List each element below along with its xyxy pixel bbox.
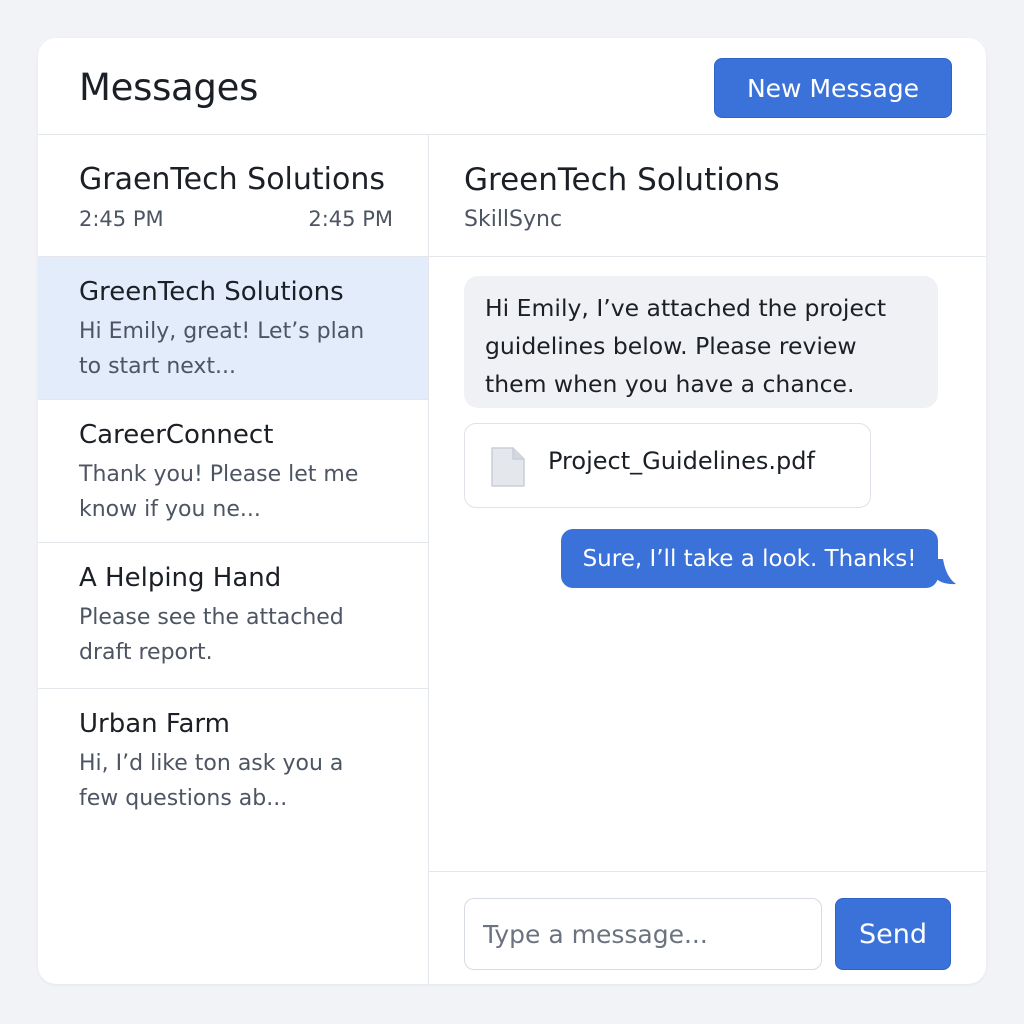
chat-panel: GreenTech Solutions SkillSync Hi Emily, … <box>429 135 986 984</box>
chat-header: GreenTech Solutions SkillSync <box>429 135 986 257</box>
sidebar-header-time-secondary: 2:45 PM <box>308 207 393 231</box>
conversation-preview: Thank you! Please let me know if you ne.… <box>79 462 359 522</box>
outgoing-bubble-tail <box>934 559 956 585</box>
chat-title: GreenTech Solutions <box>464 162 780 198</box>
new-message-button[interactable]: New Message <box>714 58 952 118</box>
message-composer: Send <box>429 871 986 984</box>
sidebar-header-time: 2:45 PM <box>79 207 164 231</box>
messages-header: Messages New Message <box>38 38 986 135</box>
file-icon <box>491 447 525 487</box>
conversation-name: A Helping Hand <box>79 563 282 593</box>
chat-subtitle: SkillSync <box>464 207 563 232</box>
outgoing-message-bubble: Sure, I’ll take a look. Thanks! <box>561 529 938 588</box>
message-input[interactable] <box>464 898 822 970</box>
conversation-item-greentech[interactable]: GreenTech Solutions Hi Emily, great! Let… <box>38 257 428 400</box>
conversation-name: Urban Farm <box>79 709 230 739</box>
send-button[interactable]: Send <box>835 898 951 970</box>
conversation-sidebar: GraenTech Solutions 2:45 PM 2:45 PM Gree… <box>38 135 429 984</box>
conversation-item-urban-farm[interactable]: Urban Farm Hi, I’d like ton ask you a fe… <box>38 689 428 835</box>
messages-card: Messages New Message GraenTech Solutions… <box>38 38 986 984</box>
sidebar-header-name: GraenTech Solutions <box>79 162 386 197</box>
conversation-preview: Please see the attached draft report. <box>79 605 344 665</box>
attachment-card[interactable]: Project_Guidelines.pdf <box>464 423 871 508</box>
attachment-filename: Project_Guidelines.pdf <box>548 447 815 475</box>
conversation-item-careerconnect[interactable]: CareerConnect Thank you! Please let me k… <box>38 400 428 543</box>
conversation-item-a-helping-hand[interactable]: A Helping Hand Please see the attached d… <box>38 543 428 689</box>
conversation-preview: Hi Emily, great! Let’s plan to start nex… <box>79 319 365 379</box>
conversation-name: CareerConnect <box>79 420 274 450</box>
conversation-preview: Hi, I’d like ton ask you a few questions… <box>79 751 344 811</box>
sidebar-header: GraenTech Solutions 2:45 PM 2:45 PM <box>38 135 428 257</box>
conversation-name: GreenTech Solutions <box>79 277 344 307</box>
incoming-message-bubble: Hi Emily, I’ve attached the project guid… <box>464 276 938 408</box>
page-title: Messages <box>79 66 259 109</box>
